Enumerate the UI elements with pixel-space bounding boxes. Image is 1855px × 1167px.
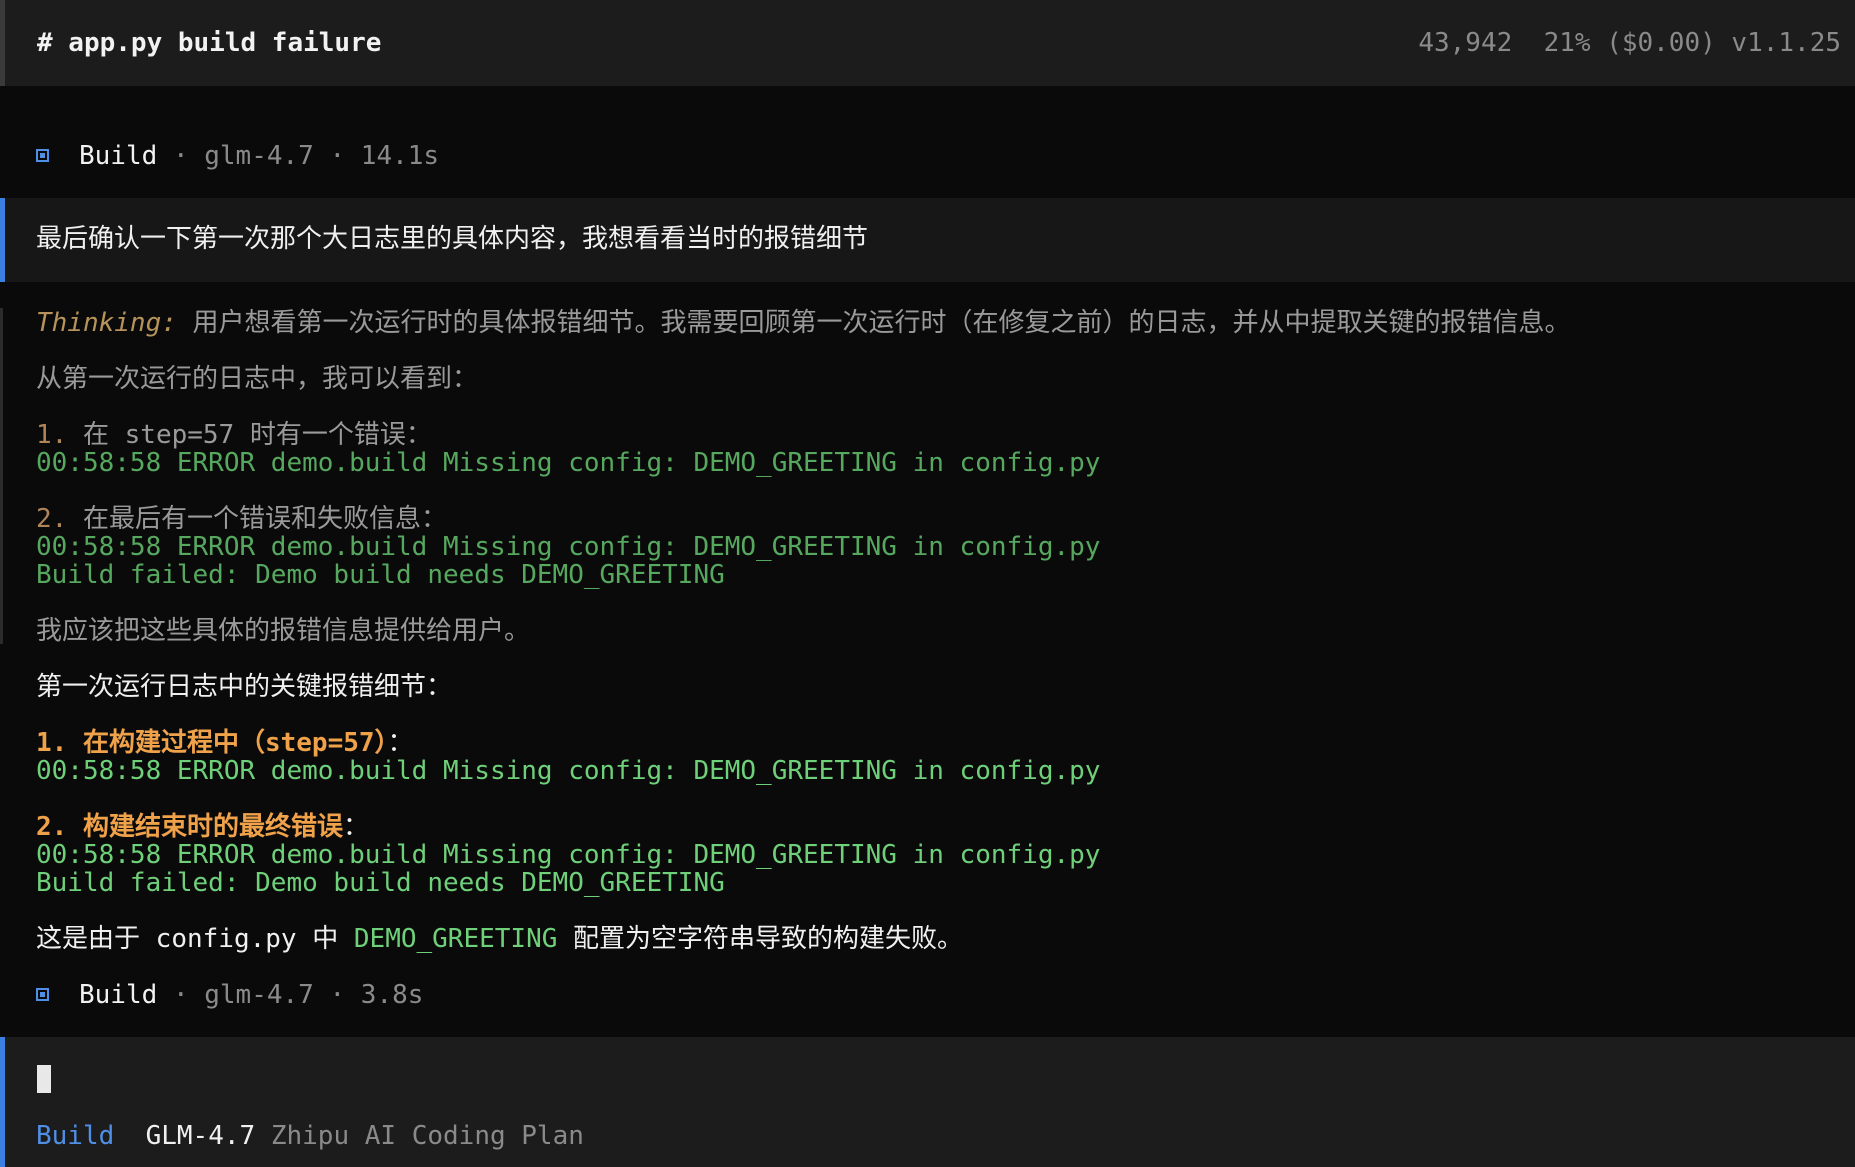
agent-name: Build [79, 980, 158, 1010]
text-cursor [37, 1065, 51, 1093]
thinking-label: Thinking: [36, 308, 177, 338]
thinking-conclusion: 我应该把这些具体的报错信息提供给用户。 [36, 616, 531, 646]
build-meta-top: Build · glm-4.7 · 14.1s [36, 139, 439, 173]
answer-heading: 第一次运行日志中的关键报错细节： [36, 672, 453, 702]
thinking-from-log: 从第一次运行的日志中，我可以看到： [36, 364, 479, 394]
duration: 3.8s [360, 980, 424, 1010]
model-name: glm-4.7 [204, 980, 314, 1010]
log-line: Build failed: Demo build needs DEMO_GREE… [36, 868, 725, 898]
inline-code: DEMO_GREETING [353, 924, 558, 954]
answer-summary: 这是由于 config.py 中 DEMO_GREETING 配置为空字符串导致… [36, 922, 963, 956]
meta-separator: · [329, 980, 346, 1010]
log-line: Build failed: Demo build needs DEMO_GREE… [36, 560, 725, 590]
duration: 14.1s [360, 141, 440, 171]
summary-post: 配置为空字符串导致的构建失败。 [573, 924, 964, 954]
meta-separator: · [329, 141, 346, 171]
model-selector[interactable]: GLM-4.7 [146, 1121, 256, 1151]
square-bullet-icon [36, 149, 49, 162]
session-title: # app.py build failure [37, 28, 382, 58]
log-line: 00:58:58 ERROR demo.build Missing config… [36, 756, 1101, 786]
summary-mid: 中 [312, 924, 339, 954]
thinking-intro-text: 用户想看第一次运行时的具体报错细节。我需要回顾第一次运行时（在修复之前）的日志，… [192, 308, 1571, 338]
meta-separator: · [172, 980, 189, 1010]
square-bullet-icon [36, 988, 49, 1001]
meta-separator: · [172, 141, 189, 171]
user-message: 最后确认一下第一次那个大日志里的具体内容，我想看看当时的报错细节 [0, 198, 1855, 282]
inline-code: config.py [155, 924, 297, 954]
user-message-text: 最后确认一下第一次那个大日志里的具体内容，我想看看当时的报错细节 [36, 224, 869, 254]
model-name: glm-4.7 [204, 141, 314, 171]
prompt-input[interactable]: Build GLM-4.7 Zhipu AI Coding Plan [0, 1037, 1855, 1167]
status-footer: Build GLM-4.7 Zhipu AI Coding Plan [36, 1119, 584, 1153]
app-version: v1.1.25 [1731, 28, 1841, 58]
agent-name: Build [79, 141, 158, 171]
session-header: # app.py build failure 43,942 21% ($0.00… [0, 0, 1855, 86]
provider-name: Zhipu AI Coding Plan [270, 1121, 584, 1151]
thinking-bar [0, 308, 3, 644]
usage-cost: 21% ($0.00) [1543, 28, 1716, 58]
thinking-intro: Thinking: 用户想看第一次运行时的具体报错细节。我需要回顾第一次运行时（… [36, 306, 1571, 340]
summary-pre: 这是由于 [36, 924, 141, 954]
session-stats: 43,942 21% ($0.00) v1.1.25 [1418, 26, 1841, 60]
log-line: 00:58:58 ERROR demo.build Missing config… [36, 448, 1101, 478]
build-meta-bottom: Build · glm-4.7 · 3.8s [36, 978, 423, 1012]
token-count: 43,942 [1418, 28, 1513, 58]
agent-mode[interactable]: Build [36, 1121, 114, 1151]
